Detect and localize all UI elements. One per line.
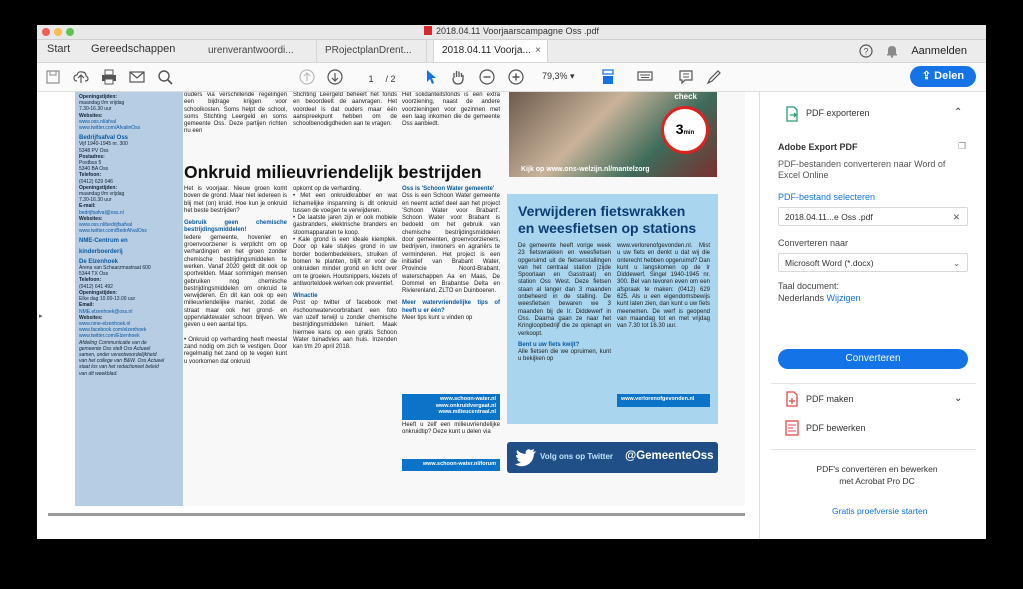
pdf-file-icon	[424, 26, 433, 35]
article-top-b: Stichting Leergeld beheert het fonds en …	[293, 92, 397, 128]
window-title: 2018.04.11 Voorjaarscampagne Oss .pdf	[37, 26, 986, 36]
onkruid-column-2: opkomt op de verharding. • Met een onkru…	[293, 186, 397, 351]
help-icon[interactable]: ?	[859, 44, 873, 58]
save-icon[interactable]	[45, 69, 61, 85]
contact-line[interactable]: www.twitter.com/AfvalinOss	[79, 125, 179, 131]
convert-to-label: Converteren naar	[778, 238, 849, 248]
doc-tab-2[interactable]: PRojectplanDrent...	[317, 40, 427, 62]
zoom-level-dropdown[interactable]: 79,3% ▾	[542, 71, 575, 82]
chevron-down-icon: ⌄	[952, 258, 960, 268]
contact-line: kinderboerderij	[79, 248, 123, 255]
mantelzorg-photo: check 3min Kijk op www.ons-welzijn.nl/ma…	[509, 92, 717, 177]
article-top-a: ouders via verschillende regelingen een …	[184, 92, 287, 135]
verlorenofgevonden-link: www.verlorenofgevonden.nl	[617, 394, 710, 407]
keyboard-icon[interactable]	[637, 69, 653, 85]
upload-cloud-icon[interactable]	[73, 69, 89, 85]
free-trial-link[interactable]: Gratis proefversie starten	[832, 506, 927, 516]
acrobat-window: 2018.04.11 Voorjaarscampagne Oss .pdf St…	[37, 25, 986, 539]
selected-file-field[interactable]: 2018.04.11...e Oss .pdf ✕	[778, 207, 968, 226]
title-bar: 2018.04.11 Voorjaarscampagne Oss .pdf	[37, 25, 986, 40]
next-page-icon[interactable]	[327, 69, 343, 85]
edit-pdf-tool[interactable]: PDF bewerken	[806, 423, 866, 433]
notification-bell-icon[interactable]	[885, 44, 899, 58]
change-language-link[interactable]: Wijzigen	[827, 293, 861, 303]
twitter-handle: @GemeenteOss	[625, 450, 714, 462]
check-label: check	[674, 92, 697, 101]
export-description: PDF-bestanden converteren naar Word of E…	[778, 159, 946, 180]
fietswrakken-column-2: www.verlorenofgevonden.nl. Mist u uw fie…	[617, 243, 710, 330]
document-viewer[interactable]: ▸ Openingstijden: maandag t/m vrijdag 7.30…	[37, 92, 759, 539]
onkruid-column-1: Het is voorjaar. Nieuw groen komt boven …	[184, 186, 287, 365]
pdf-page: Openingstijden: maandag t/m vrijdag 7.30-1…	[75, 92, 745, 506]
onkruid-headline: Onkruid milieuvriendelijk bestrijden	[184, 162, 482, 182]
twitter-follow-text: Volg ons op Twitter	[540, 452, 614, 461]
promo-text: PDF's converteren en bewerken met Acroba…	[816, 464, 938, 486]
email-icon[interactable]	[129, 69, 145, 85]
convert-button[interactable]: Converteren	[778, 349, 968, 369]
onkruid-tip-text: Heeft u zelf een milieuvriendelijke onkr…	[402, 422, 500, 436]
print-icon[interactable]	[101, 69, 117, 85]
export-pdf-header[interactable]: PDF exporteren	[806, 108, 870, 118]
format-select[interactable]: Microsoft Word (*.docx) ⌄	[778, 253, 968, 272]
copy-icon[interactable]: ❐	[958, 141, 966, 152]
schoon-water-links: www.schoon-water.nl www.onkruidvergaat.n…	[402, 394, 500, 420]
zoom-out-icon[interactable]	[479, 69, 495, 85]
page-indicator: 1 / 2	[359, 71, 395, 87]
create-pdf-tool[interactable]: PDF maken	[806, 394, 854, 404]
comment-icon[interactable]	[678, 69, 694, 85]
tab-bar: Start Gereedschappen urenverantwoordi...…	[37, 40, 986, 63]
photo-caption: Kijk op www.ons-welzijn.nl/mantelzorg	[521, 166, 650, 173]
search-icon[interactable]	[157, 69, 173, 85]
panel-divider	[771, 383, 976, 384]
hand-tool-icon[interactable]	[450, 69, 466, 85]
share-button[interactable]: ⇪ Delen	[910, 66, 976, 87]
forum-link: www.schoon-water.nl/forum	[402, 459, 500, 471]
contact-line: NME-Centrum en	[79, 238, 128, 245]
panel-divider-2	[771, 449, 976, 450]
left-panel-toggle-icon[interactable]: ▸	[39, 312, 43, 320]
select-cursor-icon[interactable]	[423, 69, 439, 85]
fietswrakken-title: Verwijderen fietswrakken en weesfietsen o…	[518, 203, 697, 236]
doc-tab-1[interactable]: urenverantwoordi...	[200, 40, 317, 62]
horizontal-scrollbar[interactable]	[48, 513, 745, 516]
contact-line[interactable]: www.twitter.com/BedrAfvalOss	[79, 228, 179, 234]
fietswrakken-box: Verwijderen fietswrakken en weesfietsen o…	[507, 194, 718, 424]
edit-pdf-icon	[785, 420, 799, 436]
create-pdf-icon	[786, 391, 798, 407]
tab-tools[interactable]: Gereedschappen	[91, 43, 175, 55]
doc-tab-active[interactable]: 2018.04.11 Voorja... ×	[433, 40, 548, 62]
sign-in-link[interactable]: Aanmelden	[911, 45, 967, 57]
page-layout-icon[interactable]	[600, 69, 616, 85]
zoom-in-icon[interactable]	[508, 69, 524, 85]
language-value: Nederlands Wijzigen	[778, 293, 861, 303]
fietswrakken-column-1: De gemeente heeft vorige week 23 fietswr…	[518, 243, 611, 363]
main-toolbar: 1 / 2 79,3% ▾ ⇪ Delen	[37, 63, 986, 92]
close-tab-icon[interactable]: ×	[535, 40, 541, 62]
contact-line: van dit weekblad.	[79, 370, 118, 377]
contact-info-column: Openingstijden: maandag t/m vrijdag 7.30-1…	[75, 92, 183, 506]
previous-page-icon[interactable]	[299, 69, 315, 85]
tab-start[interactable]: Start	[47, 43, 70, 55]
share-icon: ⇪	[921, 70, 935, 82]
clock-icon: 3min	[661, 106, 709, 154]
language-label: Taal document:	[778, 281, 840, 291]
collapse-chevron-icon[interactable]: ⌃	[954, 107, 962, 118]
expand-chevron-icon[interactable]: ⌄	[954, 393, 962, 404]
page-number-input[interactable]: 1	[359, 71, 383, 87]
article-top-c: Het solidariteitsfonds is een extra voor…	[402, 92, 500, 128]
export-pdf-icon	[786, 106, 798, 122]
clear-file-icon[interactable]: ✕	[953, 208, 960, 227]
onkruid-column-3: Oss is 'Schoon Water gemeente' Oss is ee…	[402, 186, 500, 322]
twitter-bird-icon	[515, 449, 536, 467]
adobe-export-title: Adobe Export PDF	[778, 142, 858, 152]
sign-pen-icon[interactable]	[706, 69, 722, 85]
svg-text:?: ?	[863, 47, 868, 57]
select-pdf-link[interactable]: PDF-bestand selecteren	[778, 192, 875, 202]
twitter-banner: Volg ons op Twitter @GemeenteOss	[507, 442, 718, 473]
